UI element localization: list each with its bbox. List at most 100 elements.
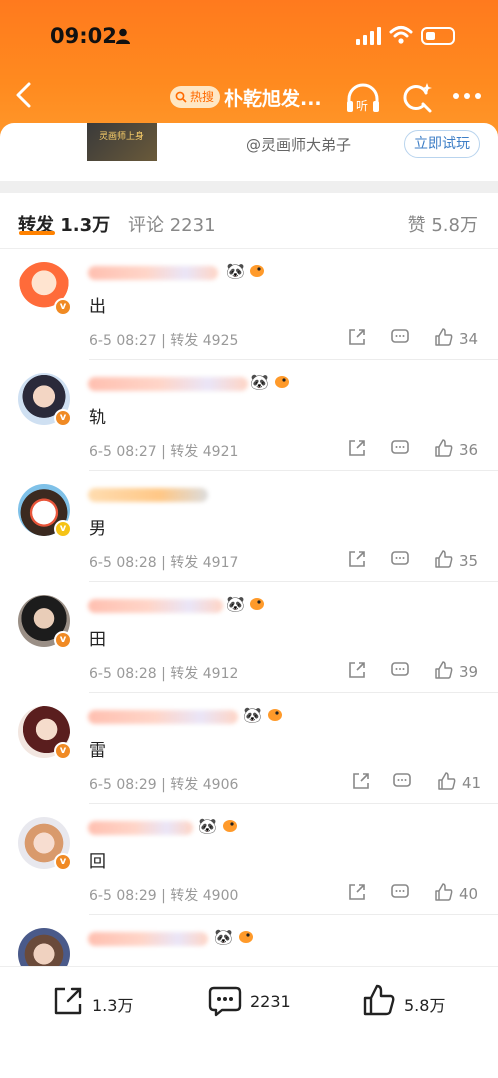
username-blurred[interactable] [88, 710, 238, 724]
try-now-button[interactable]: 立即试玩 [404, 130, 480, 158]
promo-author[interactable]: @灵画师大弟子 [246, 134, 351, 155]
list-item[interactable]: v 🐼 回 6-5 08:29 | 转发 4900 40 [0, 805, 498, 916]
username-blurred[interactable] [88, 488, 208, 502]
share-icon[interactable] [348, 661, 366, 679]
bottom-action-bar: 1.3万 2231 5.8万 [0, 966, 498, 1078]
status-time: 09:02 [50, 24, 117, 48]
comment-icon[interactable] [393, 773, 411, 790]
panda-emoji-icon: 🐼 [198, 817, 217, 835]
fish-emoji-icon [239, 931, 253, 943]
list-item[interactable]: 🐼 [0, 916, 498, 966]
repost-text: 回 [89, 852, 106, 872]
page-title: 朴乾旭发... [224, 88, 322, 110]
battery-icon [421, 27, 455, 45]
comment-icon [208, 986, 242, 1017]
section-divider [0, 181, 498, 193]
username-blurred[interactable] [88, 821, 193, 835]
like-button[interactable]: 5.8万 [362, 983, 462, 1017]
thumbs-up-icon[interactable] [434, 660, 454, 680]
repost-text: 轨 [89, 408, 106, 428]
repost-text: 男 [89, 519, 106, 539]
tab-likes[interactable]: 赞 5.8万 [408, 211, 478, 237]
cellular-signal-icon [356, 27, 381, 45]
thumbs-up-icon [363, 984, 395, 1016]
fish-emoji-icon [275, 376, 289, 388]
repost-button[interactable]: 1.3万 [52, 983, 142, 1017]
repost-list[interactable]: v 🐼 出 6-5 08:27 | 转发 4925 34 v 🐼 轨 6-5 0… [0, 250, 498, 966]
verified-badge-icon: v [54, 409, 72, 427]
row-divider [89, 914, 498, 915]
repost-text: 雷 [89, 741, 106, 761]
repost-text: 田 [89, 630, 106, 650]
verified-badge-icon: v [54, 742, 72, 760]
hot-search-tag[interactable]: 热搜 [170, 86, 221, 108]
promo-thumbnail[interactable]: 灵画师上身 [87, 123, 157, 161]
verified-badge-icon: v [54, 853, 72, 871]
username-blurred[interactable] [88, 266, 218, 280]
comment-icon[interactable] [391, 329, 409, 346]
avatar[interactable] [18, 928, 70, 966]
repost-meta: 6-5 08:29 | 转发 4906 [89, 777, 239, 793]
username-blurred[interactable] [88, 377, 248, 391]
promo-card: 灵画师上身 @灵画师大弟子 立即试玩 [0, 123, 498, 181]
panda-emoji-icon: 🐼 [243, 706, 262, 724]
comment-button[interactable]: 2231 [208, 983, 298, 1017]
fish-emoji-icon [268, 709, 282, 721]
tab-likes-count: 5.8万 [431, 215, 478, 236]
tab-comments-count: 2231 [169, 215, 216, 236]
fish-emoji-icon [250, 598, 264, 610]
thumbs-up-icon[interactable] [434, 327, 454, 347]
like-count: 40 [459, 885, 479, 903]
panda-emoji-icon: 🐼 [226, 262, 245, 280]
list-item[interactable]: v 🐼 雷 6-5 08:29 | 转发 4906 41 [0, 694, 498, 805]
verified-badge-icon: v [54, 631, 72, 649]
back-arrow-icon[interactable] [12, 80, 36, 110]
share-icon[interactable] [348, 439, 366, 457]
row-divider [89, 581, 498, 582]
comment-count: 2231 [250, 992, 291, 1011]
list-item[interactable]: v 🐼 田 6-5 08:28 | 转发 4912 39 [0, 583, 498, 694]
comment-icon[interactable] [391, 551, 409, 568]
thumbs-up-icon[interactable] [437, 771, 457, 791]
repost-meta: 6-5 08:29 | 转发 4900 [89, 888, 239, 904]
status-bar: 09:02 [0, 0, 498, 72]
like-count: 35 [459, 552, 479, 570]
repost-meta: 6-5 08:28 | 转发 4912 [89, 666, 239, 682]
panda-emoji-icon: 🐼 [214, 928, 233, 946]
fish-emoji-icon [250, 265, 264, 277]
username-blurred[interactable] [88, 599, 223, 613]
repost-meta: 6-5 08:27 | 转发 4921 [89, 444, 239, 460]
hot-tag-label: 热搜 [190, 90, 215, 104]
comment-icon[interactable] [391, 440, 409, 457]
share-icon[interactable] [348, 883, 366, 901]
like-count: 41 [462, 774, 482, 792]
thumbs-up-icon[interactable] [434, 549, 454, 569]
share-icon[interactable] [348, 550, 366, 568]
list-item[interactable]: v 🐼 轨 6-5 08:27 | 转发 4921 36 [0, 361, 498, 472]
list-item[interactable]: v 男 6-5 08:28 | 转发 4917 35 [0, 472, 498, 583]
comment-icon[interactable] [391, 662, 409, 679]
comment-icon[interactable] [391, 884, 409, 901]
listen-headphone-icon[interactable]: 听 [345, 81, 381, 115]
thumbnail-caption: 灵画师上身 [99, 132, 145, 142]
share-icon [54, 987, 82, 1015]
row-divider [89, 359, 498, 360]
tab-comments[interactable]: 评论 2231 [128, 211, 216, 237]
share-icon[interactable] [352, 772, 370, 790]
wifi-icon [389, 26, 413, 44]
tab-bar: 转发 1.3万 评论 2231 赞 5.8万 [0, 193, 498, 249]
tab-likes-label: 赞 [407, 215, 426, 236]
verified-badge-icon: v [54, 520, 72, 538]
more-options-icon[interactable] [452, 92, 482, 100]
thumbs-up-icon[interactable] [434, 882, 454, 902]
like-count: 36 [459, 441, 479, 459]
panda-emoji-icon: 🐼 [250, 373, 269, 391]
list-item[interactable]: v 🐼 出 6-5 08:27 | 转发 4925 34 [0, 250, 498, 361]
share-icon[interactable] [348, 328, 366, 346]
username-blurred[interactable] [88, 932, 208, 946]
sparkle-search-icon[interactable] [400, 81, 434, 115]
repost-count: 1.3万 [92, 996, 134, 1015]
verified-badge-icon: v [54, 298, 72, 316]
thumbs-up-icon[interactable] [434, 438, 454, 458]
like-count: 39 [459, 663, 479, 681]
